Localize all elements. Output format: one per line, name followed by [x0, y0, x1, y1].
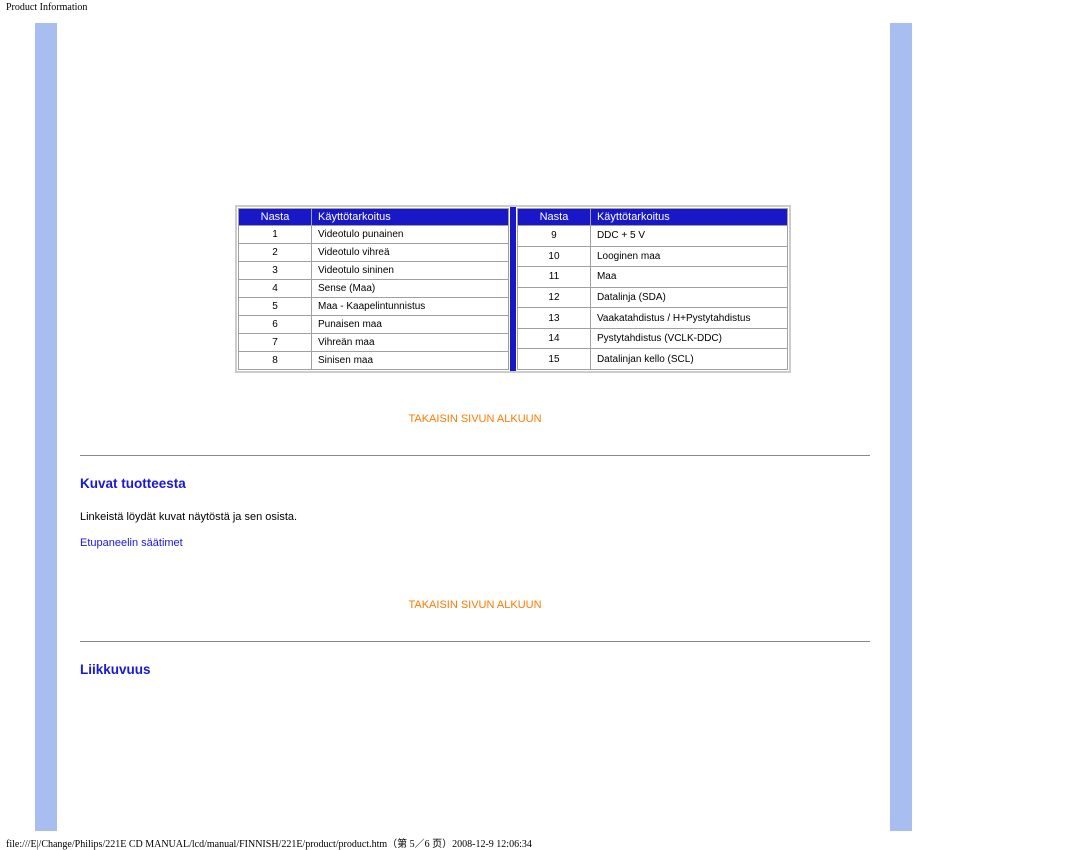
pin-header-right-pin: Nasta [517, 209, 590, 226]
pin-purpose: Punaisen maa [312, 316, 509, 334]
pin-purpose: Videotulo sininen [312, 262, 509, 280]
table-row: 6Punaisen maa [239, 316, 509, 334]
pin-purpose: Datalinjan kello (SCL) [590, 349, 787, 370]
pin-purpose: Maa - Kaapelintunnistus [312, 298, 509, 316]
pin-header-left-purpose: Käyttötarkoitus [312, 209, 509, 226]
pin-table-left: Nasta Käyttötarkoitus 1Videotulo punaine… [238, 208, 509, 370]
table-row: 7Vihreän maa [239, 334, 509, 352]
table-row: 11Maa [517, 267, 787, 288]
pin-number: 4 [239, 280, 312, 298]
pin-purpose: Datalinja (SDA) [590, 287, 787, 308]
table-row: 15Datalinjan kello (SCL) [517, 349, 787, 370]
pin-tables-wrapper: Nasta Käyttötarkoitus 1Videotulo punaine… [235, 205, 791, 373]
footer-path: file:///E|/Change/Philips/221E CD MANUAL… [0, 835, 532, 850]
divider-1 [80, 455, 870, 456]
table-row: 2Videotulo vihreä [239, 244, 509, 262]
pin-number: 15 [517, 349, 590, 370]
section-mobility-title: Liikkuvuus [80, 662, 870, 677]
pin-purpose: Sense (Maa) [312, 280, 509, 298]
left-sidebar-stripe [35, 23, 57, 831]
product-images-text: Linkeistä löydät kuvat näytöstä ja sen o… [80, 511, 870, 523]
table-row: 5Maa - Kaapelintunnistus [239, 298, 509, 316]
pin-number: 9 [517, 226, 590, 247]
pin-purpose: Videotulo vihreä [312, 244, 509, 262]
table-row: 3Videotulo sininen [239, 262, 509, 280]
main-content: Nasta Käyttötarkoitus 1Videotulo punaine… [80, 45, 870, 697]
pin-number: 8 [239, 352, 312, 370]
section-product-images-title: Kuvat tuotteesta [80, 476, 870, 491]
pin-purpose: Videotulo punainen [312, 226, 509, 244]
pin-number: 12 [517, 287, 590, 308]
pin-purpose: DDC + 5 V [590, 226, 787, 247]
table-row: 14Pystytahdistus (VCLK-DDC) [517, 328, 787, 349]
pin-number: 6 [239, 316, 312, 334]
table-row: 12Datalinja (SDA) [517, 287, 787, 308]
pin-header-right-purpose: Käyttötarkoitus [590, 209, 787, 226]
pin-number: 2 [239, 244, 312, 262]
back-to-top-1: TAKAISIN SIVUN ALKUUN [80, 413, 870, 425]
table-row: 10Looginen maa [517, 246, 787, 267]
pin-table-right: Nasta Käyttötarkoitus 9DDC + 5 V10Loogin… [517, 208, 788, 370]
pin-header-left-pin: Nasta [239, 209, 312, 226]
pin-number: 13 [517, 308, 590, 329]
back-to-top-link-2[interactable]: TAKAISIN SIVUN ALKUUN [408, 599, 541, 611]
back-to-top-link[interactable]: TAKAISIN SIVUN ALKUUN [408, 413, 541, 425]
pin-number: 1 [239, 226, 312, 244]
window-title: Product Information [0, 0, 1080, 15]
table-row: 9DDC + 5 V [517, 226, 787, 247]
pin-number: 10 [517, 246, 590, 267]
pin-purpose: Vaakatahdistus / H+Pystytahdistus [590, 308, 787, 329]
table-row: 4Sense (Maa) [239, 280, 509, 298]
right-sidebar-stripe [890, 23, 912, 831]
pin-number: 3 [239, 262, 312, 280]
front-panel-link[interactable]: Etupaneelin säätimet [80, 537, 183, 549]
table-row: 8Sinisen maa [239, 352, 509, 370]
back-to-top-2: TAKAISIN SIVUN ALKUUN [80, 599, 870, 611]
pin-purpose: Sinisen maa [312, 352, 509, 370]
divider-2 [80, 641, 870, 642]
pin-purpose: Pystytahdistus (VCLK-DDC) [590, 328, 787, 349]
table-divider [510, 207, 516, 371]
pin-number: 5 [239, 298, 312, 316]
pin-purpose: Vihreän maa [312, 334, 509, 352]
pin-number: 14 [517, 328, 590, 349]
pin-purpose: Looginen maa [590, 246, 787, 267]
table-row: 1Videotulo punainen [239, 226, 509, 244]
table-row: 13Vaakatahdistus / H+Pystytahdistus [517, 308, 787, 329]
pin-purpose: Maa [590, 267, 787, 288]
pin-number: 11 [517, 267, 590, 288]
pin-number: 7 [239, 334, 312, 352]
